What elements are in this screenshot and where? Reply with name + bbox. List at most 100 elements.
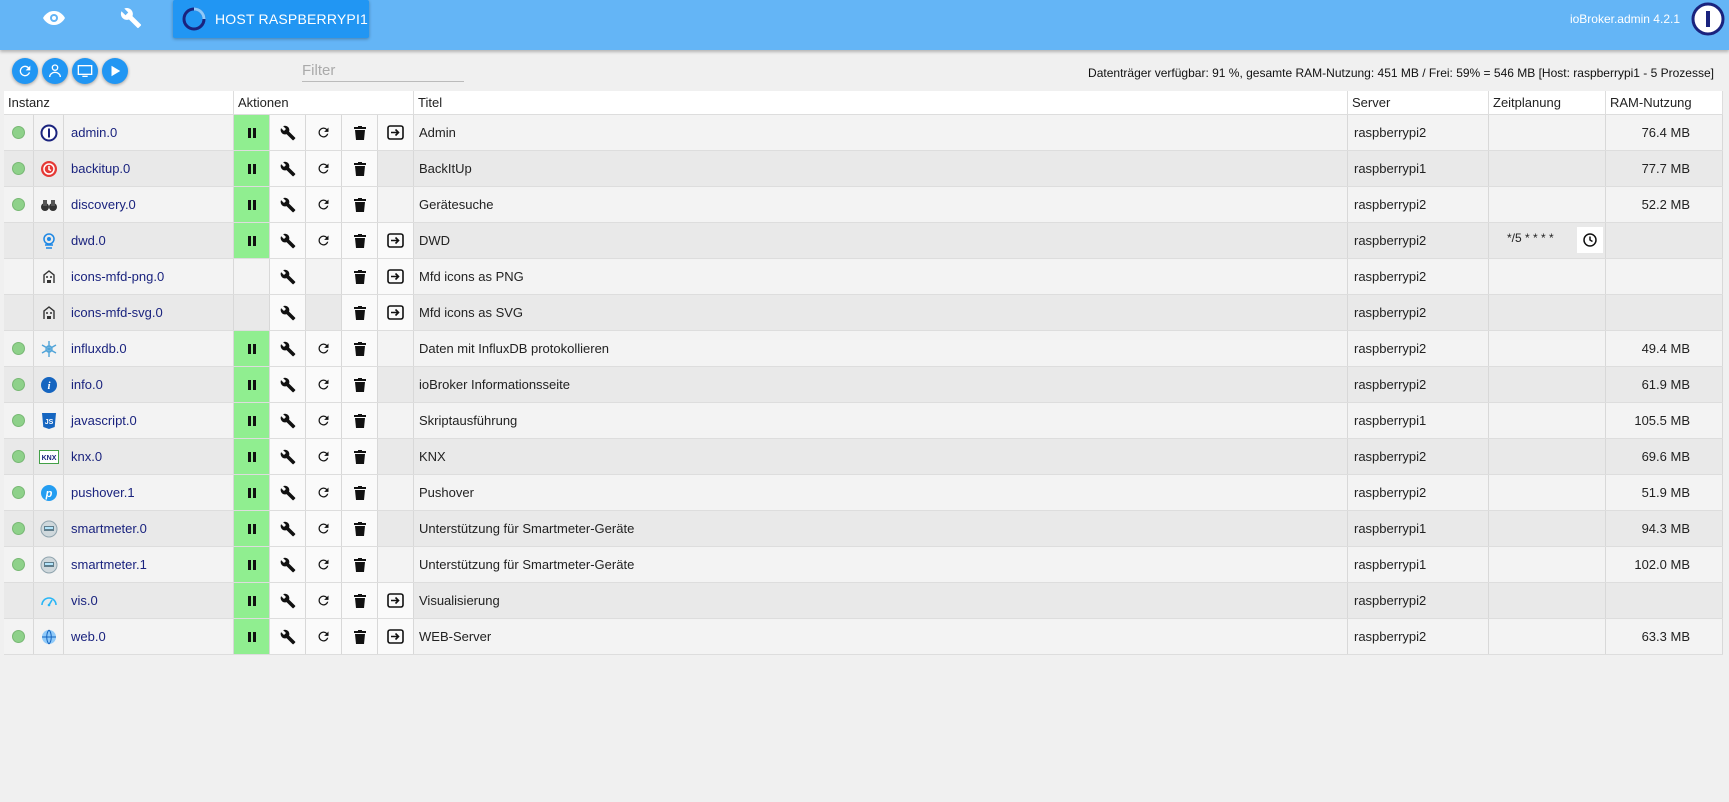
host-tab[interactable]: HOST RASPBERRYPI1 <box>173 0 369 38</box>
settings-button[interactable] <box>270 619 306 654</box>
header-ram[interactable]: RAM-Nutzung <box>1606 91 1723 114</box>
settings-button[interactable] <box>270 475 306 510</box>
pause-button[interactable] <box>234 511 270 546</box>
instance-name[interactable]: backitup.0 <box>64 151 234 186</box>
instance-name[interactable]: knx.0 <box>64 439 234 474</box>
instance-name[interactable]: web.0 <box>64 619 234 654</box>
delete-button[interactable] <box>342 331 378 366</box>
delete-button[interactable] <box>342 223 378 258</box>
header-schedule[interactable]: Zeitplanung <box>1489 91 1606 114</box>
wrench-icon <box>280 413 296 429</box>
instances-tab[interactable] <box>24 0 84 36</box>
status-cell <box>4 223 34 258</box>
open-web-button[interactable] <box>378 259 414 294</box>
restart-button[interactable] <box>306 619 342 654</box>
pause-button[interactable] <box>234 439 270 474</box>
open-web-button[interactable] <box>378 223 414 258</box>
pause-button[interactable] <box>234 367 270 402</box>
restart-button[interactable] <box>306 403 342 438</box>
open-web-button[interactable] <box>378 115 414 150</box>
open-link-icon <box>387 305 404 320</box>
delete-button[interactable] <box>342 151 378 186</box>
restart-icon <box>316 485 331 500</box>
monitor-button[interactable] <box>72 58 98 84</box>
settings-button[interactable] <box>270 295 306 330</box>
instance-name[interactable]: info.0 <box>64 367 234 402</box>
delete-button[interactable] <box>342 439 378 474</box>
instance-name[interactable]: influxdb.0 <box>64 331 234 366</box>
settings-button[interactable] <box>270 223 306 258</box>
restart-button[interactable] <box>306 187 342 222</box>
delete-button[interactable] <box>342 619 378 654</box>
refresh-button[interactable] <box>12 58 38 84</box>
delete-button[interactable] <box>342 187 378 222</box>
filter-input[interactable] <box>302 60 464 82</box>
pause-button[interactable] <box>234 475 270 510</box>
ram-usage: 63.3 MB <box>1606 619 1723 654</box>
start-button[interactable] <box>102 58 128 84</box>
clock-icon <box>1583 233 1597 247</box>
instance-name[interactable]: vis.0 <box>64 583 234 618</box>
settings-button[interactable] <box>270 115 306 150</box>
restart-button[interactable] <box>306 115 342 150</box>
settings-button[interactable] <box>270 583 306 618</box>
schedule-edit-button[interactable] <box>1577 227 1603 253</box>
restart-button[interactable] <box>306 439 342 474</box>
eye-icon <box>43 11 65 25</box>
instance-name[interactable]: pushover.1 <box>64 475 234 510</box>
delete-button[interactable] <box>342 295 378 330</box>
delete-button[interactable] <box>342 475 378 510</box>
restart-button[interactable] <box>306 223 342 258</box>
pause-button[interactable] <box>234 115 270 150</box>
restart-button[interactable] <box>306 151 342 186</box>
delete-button[interactable] <box>342 547 378 582</box>
settings-button[interactable] <box>270 259 306 294</box>
instance-name[interactable]: smartmeter.1 <box>64 547 234 582</box>
settings-button[interactable] <box>270 367 306 402</box>
delete-button[interactable] <box>342 115 378 150</box>
pause-button[interactable] <box>234 583 270 618</box>
instance-name[interactable]: smartmeter.0 <box>64 511 234 546</box>
settings-button[interactable] <box>270 187 306 222</box>
instance-name[interactable]: admin.0 <box>64 115 234 150</box>
pause-button[interactable] <box>234 547 270 582</box>
header-server[interactable]: Server <box>1348 91 1489 114</box>
delete-button[interactable] <box>342 511 378 546</box>
restart-button[interactable] <box>306 583 342 618</box>
instance-name[interactable]: icons-mfd-svg.0 <box>64 295 234 330</box>
pause-button[interactable] <box>234 187 270 222</box>
delete-button[interactable] <box>342 403 378 438</box>
open-web-button[interactable] <box>378 295 414 330</box>
pause-button[interactable] <box>234 151 270 186</box>
settings-tab[interactable] <box>101 0 161 36</box>
restart-button[interactable] <box>306 475 342 510</box>
delete-button[interactable] <box>342 259 378 294</box>
pause-button[interactable] <box>234 403 270 438</box>
settings-button[interactable] <box>270 331 306 366</box>
restart-button[interactable] <box>306 331 342 366</box>
pause-button[interactable] <box>234 223 270 258</box>
restart-button[interactable] <box>306 511 342 546</box>
restart-button[interactable] <box>306 547 342 582</box>
restart-button[interactable] <box>306 367 342 402</box>
pause-button[interactable] <box>234 619 270 654</box>
settings-button[interactable] <box>270 439 306 474</box>
iobroker-logo-icon[interactable] <box>1691 2 1725 36</box>
settings-button[interactable] <box>270 547 306 582</box>
pause-button[interactable] <box>234 331 270 366</box>
header-instance[interactable]: Instanz <box>4 91 234 114</box>
header-title[interactable]: Titel <box>414 91 1348 114</box>
settings-button[interactable] <box>270 403 306 438</box>
instance-name[interactable]: icons-mfd-png.0 <box>64 259 234 294</box>
open-web-button[interactable] <box>378 619 414 654</box>
instance-name[interactable]: discovery.0 <box>64 187 234 222</box>
instance-server: raspberrypi1 <box>1348 511 1489 546</box>
delete-button[interactable] <box>342 583 378 618</box>
delete-button[interactable] <box>342 367 378 402</box>
open-web-button[interactable] <box>378 583 414 618</box>
settings-button[interactable] <box>270 511 306 546</box>
instance-name[interactable]: javascript.0 <box>64 403 234 438</box>
settings-button[interactable] <box>270 151 306 186</box>
expert-mode-button[interactable] <box>42 58 68 84</box>
instance-name[interactable]: dwd.0 <box>64 223 234 258</box>
